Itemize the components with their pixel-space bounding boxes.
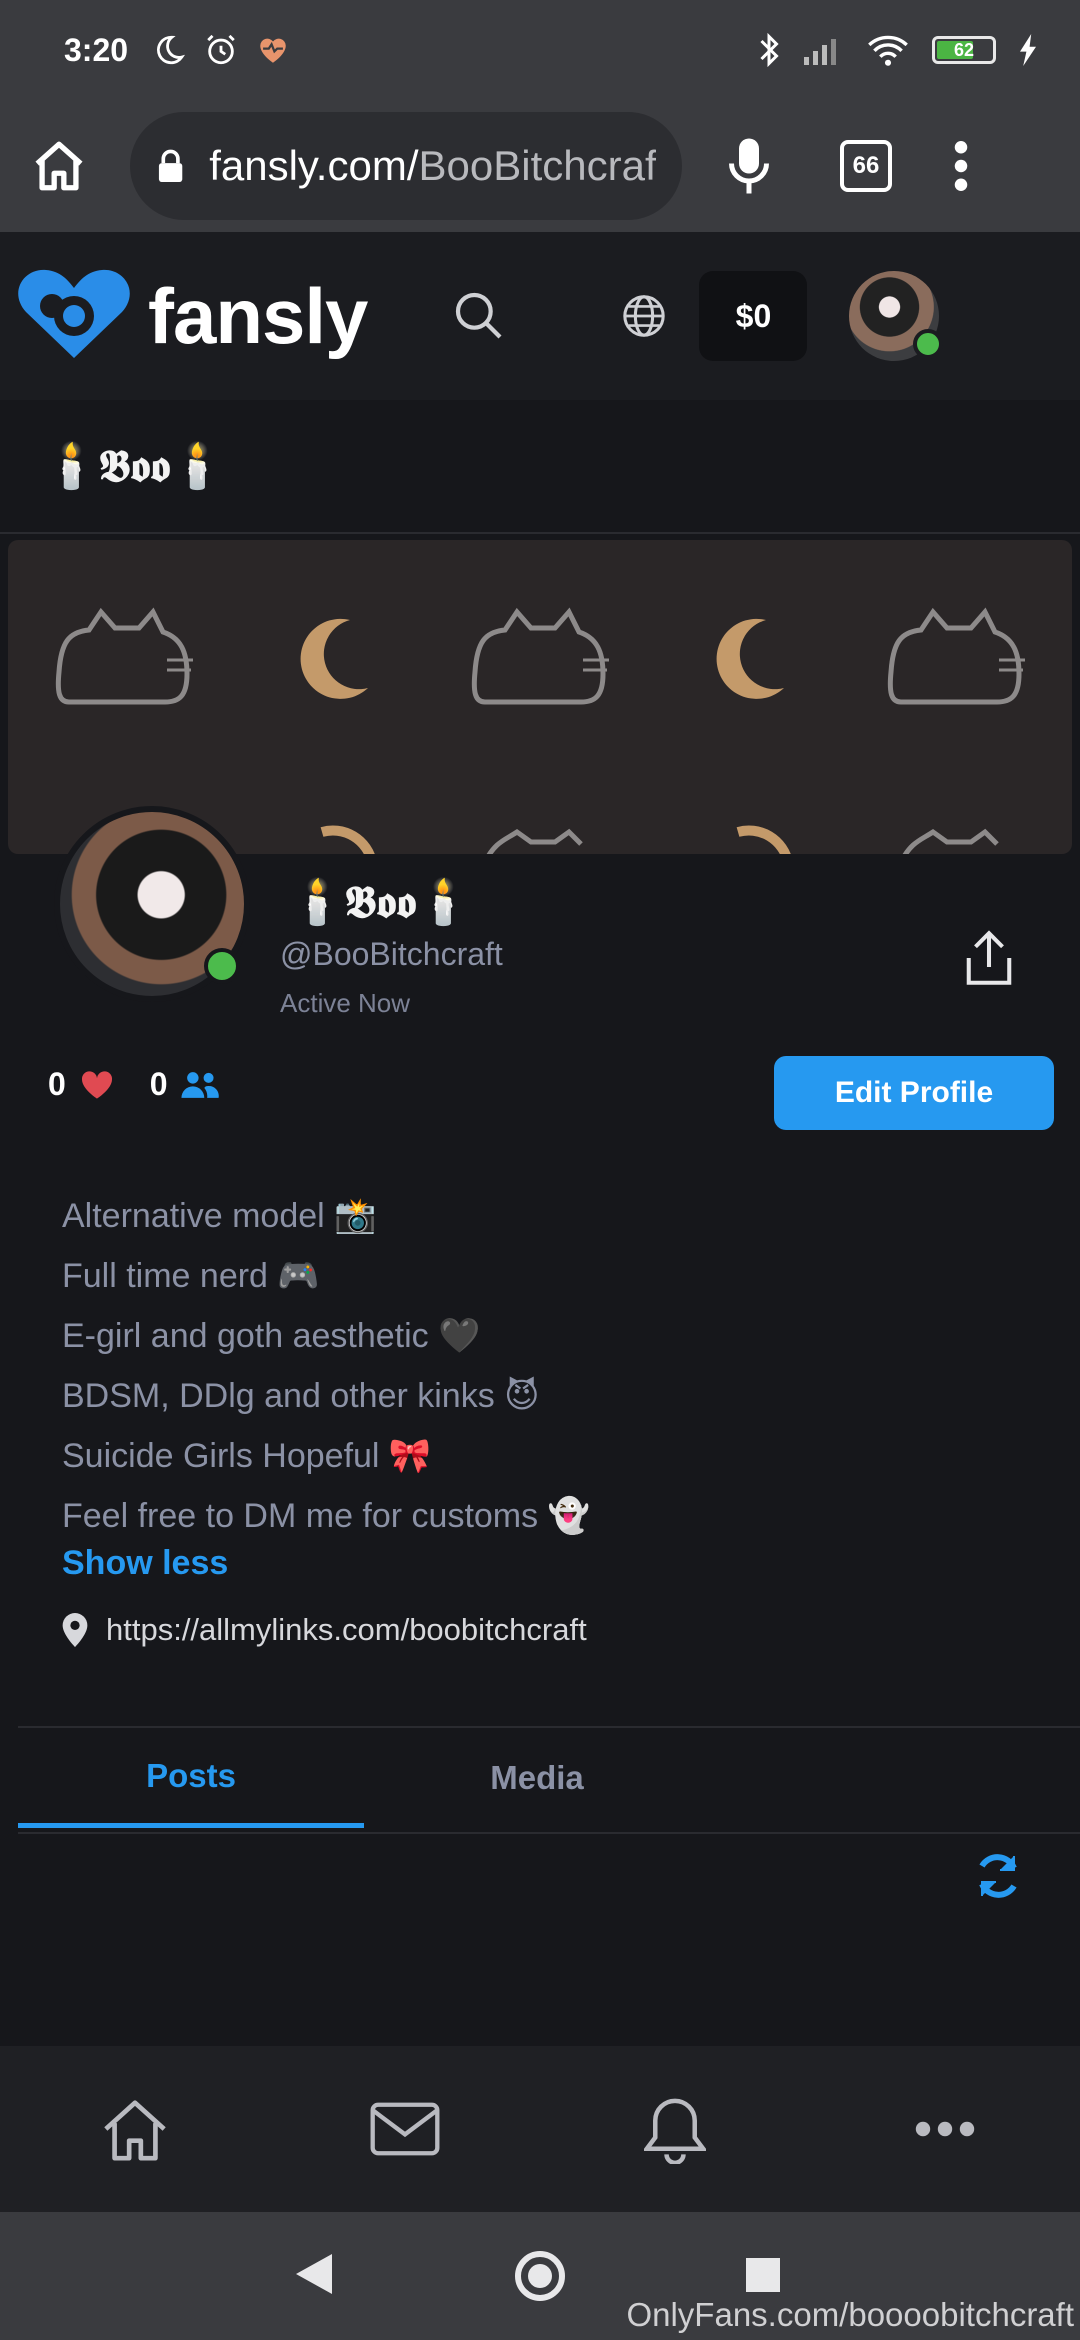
profile-title-bar: 🕯️𝕭𝖔𝖔🕯️ (0, 400, 1080, 534)
url-bar[interactable]: fansly.com/BooBitchcraft (130, 112, 682, 220)
cat-pattern-icon (486, 828, 583, 854)
cat-pattern-icon (471, 607, 609, 705)
signal-icon (804, 39, 836, 65)
cat-pattern-icon (902, 828, 999, 854)
more-horizontal-icon (915, 2121, 975, 2137)
battery-indicator: 62 (932, 36, 996, 64)
moon-pattern-icon (300, 618, 369, 699)
heart-icon (81, 1070, 112, 1099)
bottom-navigation (0, 2046, 1080, 2212)
search-icon[interactable] (451, 288, 507, 344)
moon-icon (157, 35, 186, 65)
home-circle-icon[interactable] (514, 2250, 566, 2302)
bio-line: E-girl and goth aesthetic 🖤 (62, 1317, 481, 1355)
wallet-balance-button[interactable]: $0 (699, 271, 808, 361)
microphone-icon[interactable] (728, 136, 770, 196)
nav-messages[interactable] (345, 2079, 465, 2179)
bio-line: Feel free to DM me for customs 👻 (62, 1497, 590, 1535)
home-icon[interactable] (30, 137, 88, 195)
watermark: OnlyFans.com/boooobitchcraft (626, 2296, 1074, 2333)
system-navigation-bar: OnlyFans.com/boooobitchcraft (0, 2212, 1080, 2340)
profile-link[interactable]: https://allmylinks.com/boobitchcraft (62, 1612, 587, 1648)
back-icon[interactable] (296, 2254, 332, 2294)
profile-avatar[interactable] (54, 806, 250, 1002)
online-indicator (913, 329, 944, 359)
alarm-icon (207, 34, 235, 65)
browser-toolbar: fansly.com/BooBitchcraft 66 (0, 100, 1080, 232)
cat-pattern-icon (887, 607, 1025, 705)
profile-stats: 0 0 (48, 1066, 220, 1103)
show-less-link[interactable]: Show less (62, 1544, 228, 1583)
globe-icon[interactable] (621, 293, 667, 339)
moon-pattern-icon (716, 618, 784, 699)
share-icon[interactable] (962, 928, 1016, 988)
bio-line: Full time nerd 🎮 (62, 1257, 320, 1295)
bluetooth-icon (760, 32, 779, 68)
page-title: 🕯️𝕭𝖔𝖔🕯️ (44, 441, 225, 492)
status-time: 3:20 (64, 31, 129, 68)
fansly-logo-text[interactable]: fansly (148, 271, 368, 362)
followers-count: 0 (149, 1066, 168, 1102)
profile-activity-status: Active Now (280, 988, 411, 1018)
mail-icon (370, 2102, 440, 2156)
bell-icon (644, 2098, 706, 2164)
bio-line: BDSM, DDlg and other kinks 😈 (62, 1377, 540, 1415)
bio-line: Alternative model 📸 (62, 1197, 377, 1235)
url-text: fansly.com/BooBitchcraft (209, 142, 656, 189)
site-header: fansly $0 (0, 232, 1080, 400)
online-indicator (204, 948, 240, 984)
fansly-logo-icon[interactable] (14, 266, 134, 366)
recents-icon[interactable] (746, 2258, 780, 2292)
tab-posts[interactable]: Posts (18, 1728, 364, 1828)
health-heart-icon (260, 38, 286, 63)
home-icon (104, 2100, 166, 2161)
profile-link-text[interactable]: https://allmylinks.com/boobitchcraft (106, 1612, 587, 1648)
lock-icon (158, 149, 183, 183)
profile-handle: @BooBitchcraft (280, 936, 503, 972)
more-vert-icon[interactable] (954, 141, 968, 191)
nav-notifications[interactable] (615, 2079, 735, 2179)
profile-display-name: 🕯️𝕭𝖔𝖔🕯️ (290, 877, 471, 928)
nav-more[interactable] (885, 2079, 1005, 2179)
moon-pattern-icon (320, 825, 375, 854)
cat-pattern-icon (56, 607, 194, 705)
likes-count: 0 (48, 1066, 66, 1102)
tab-switcher-button[interactable]: 66 (840, 140, 892, 192)
nav-home[interactable] (75, 2079, 195, 2179)
wifi-icon (868, 35, 908, 66)
moon-pattern-icon (736, 825, 791, 854)
followers-icon (181, 1071, 219, 1098)
bio-line: Suicide Girls Hopeful 🎀 (62, 1437, 432, 1475)
location-pin-icon (62, 1613, 88, 1647)
refresh-icon[interactable] (974, 1852, 1022, 1900)
battery-level: 62 (953, 39, 975, 60)
profile-bio: Alternative model 📸 Full time nerd 🎮 E-g… (62, 1186, 590, 1546)
content-tabs: Posts Media (18, 1728, 1080, 1828)
account-avatar[interactable] (849, 271, 944, 361)
edit-profile-button[interactable]: Edit Profile (774, 1056, 1054, 1130)
charging-icon (1020, 34, 1036, 66)
status-bar: 3:20 62 (0, 0, 1080, 100)
tab-media[interactable]: Media (364, 1728, 710, 1828)
divider (18, 1832, 1080, 1834)
